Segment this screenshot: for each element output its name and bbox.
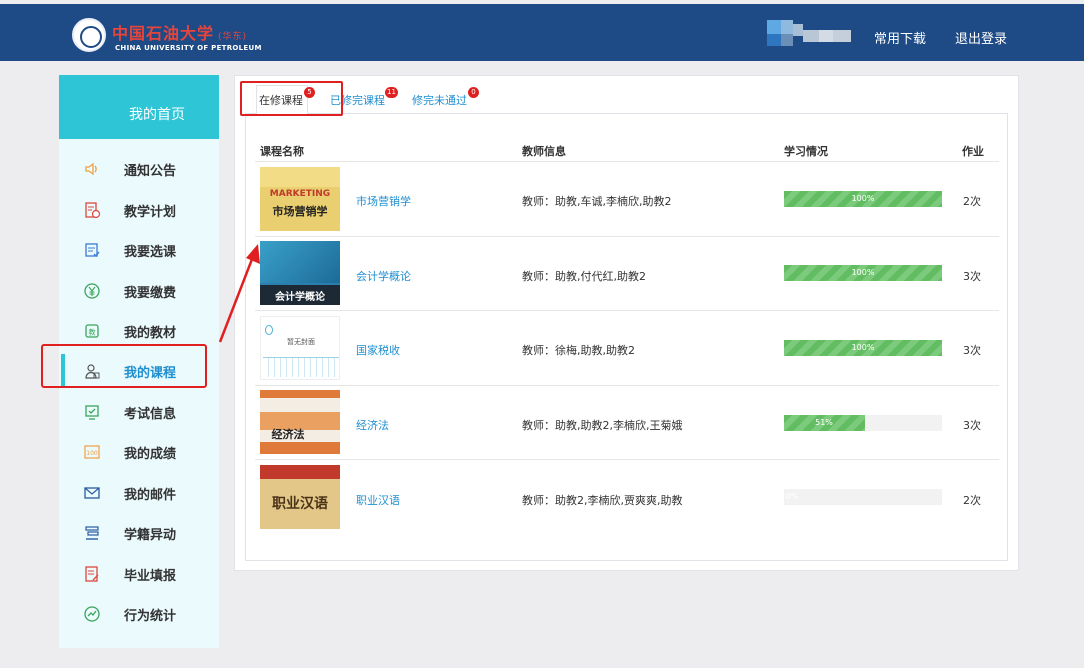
sidebar-home[interactable]: 我的首页 bbox=[59, 75, 219, 139]
homework-count: 3次 bbox=[963, 270, 981, 283]
teacher-info: 教师：徐梅,助教,助教2 bbox=[522, 344, 635, 357]
sidebar-item-exam[interactable]: 考试信息 bbox=[59, 397, 219, 427]
tab-failed[interactable]: 修完未通过 bbox=[412, 92, 467, 108]
col-progress: 学习情况 bbox=[784, 145, 828, 158]
row-divider bbox=[255, 236, 999, 237]
homework-count: 2次 bbox=[963, 494, 981, 507]
row-divider bbox=[255, 385, 999, 386]
homework-count: 3次 bbox=[963, 419, 981, 432]
sidebar-item-payment[interactable]: 我要缴费 bbox=[59, 276, 219, 306]
progress-bar: 0% bbox=[784, 489, 942, 505]
downloads-link[interactable]: 常用下载 bbox=[874, 28, 926, 47]
progress-bar: 100% bbox=[784, 340, 942, 356]
exam-icon bbox=[85, 405, 99, 420]
speaker-icon bbox=[85, 162, 97, 176]
course-cover[interactable]: 职业汉语 bbox=[260, 465, 340, 529]
mail-icon bbox=[84, 487, 100, 499]
sidebar-item-textbook[interactable]: 教 我的教材 bbox=[59, 316, 219, 346]
homework-count: 2次 bbox=[963, 195, 981, 208]
logo-chinese: 中国石油大学 (华东) bbox=[112, 24, 248, 43]
select-course-icon bbox=[85, 243, 100, 257]
annotation-arrow-icon bbox=[218, 244, 260, 343]
teacher-info: 教师：助教,助教2,李楠欣,王菊娥 bbox=[522, 419, 683, 432]
score-icon: 100 bbox=[84, 445, 100, 459]
header-divider bbox=[255, 161, 999, 162]
row-divider bbox=[255, 459, 999, 460]
university-seal-icon bbox=[72, 18, 106, 52]
sidebar-item-stats[interactable]: 行为统计 bbox=[59, 599, 219, 629]
col-homework: 作业 bbox=[962, 145, 984, 158]
svg-text:教: 教 bbox=[89, 328, 96, 337]
course-name-link[interactable]: 国家税收 bbox=[356, 342, 400, 358]
row-divider bbox=[255, 310, 999, 311]
plan-icon bbox=[85, 202, 101, 219]
tab-failed-badge: 0 bbox=[468, 87, 479, 98]
top-header: 中国石油大学 (华东) CHINA UNIVERSITY OF PETROLEUM… bbox=[0, 4, 1084, 61]
sidebar-item-score[interactable]: 100 我的成绩 bbox=[59, 437, 219, 467]
textbook-icon: 教 bbox=[85, 324, 99, 338]
col-course-name: 课程名称 bbox=[260, 145, 304, 158]
stats-icon bbox=[84, 606, 100, 622]
course-name-link[interactable]: 市场营销学 bbox=[356, 193, 411, 209]
course-cover[interactable]: 经济法 bbox=[260, 390, 340, 454]
yuan-coin-icon bbox=[84, 283, 100, 299]
logout-link[interactable]: 退出登录 bbox=[955, 28, 1007, 47]
sidebar-item-graduation[interactable]: 毕业填报 bbox=[59, 559, 219, 589]
col-teacher: 教师信息 bbox=[522, 145, 566, 158]
tab-highlight-box bbox=[240, 81, 343, 116]
sidebar-item-mail[interactable]: 我的邮件 bbox=[59, 478, 219, 508]
course-name-link[interactable]: 经济法 bbox=[356, 417, 389, 433]
course-name-link[interactable]: 会计学概论 bbox=[356, 268, 411, 284]
sidebar-item-record-change[interactable]: 学籍异动 bbox=[59, 518, 219, 548]
homework-count: 3次 bbox=[963, 344, 981, 357]
course-name-link[interactable]: 职业汉语 bbox=[356, 492, 400, 508]
progress-bar: 100% bbox=[784, 265, 942, 281]
my-course-highlight-box bbox=[41, 344, 207, 388]
svg-text:100: 100 bbox=[86, 450, 98, 457]
sidebar-item-plan[interactable]: 教学计划 bbox=[59, 195, 219, 225]
logo-english: CHINA UNIVERSITY OF PETROLEUM bbox=[115, 44, 262, 52]
teacher-info: 教师：助教,车诚,李楠欣,助教2 bbox=[522, 195, 672, 208]
record-change-icon bbox=[85, 526, 99, 540]
user-avatar-blurred[interactable] bbox=[767, 20, 851, 50]
graduation-form-icon bbox=[85, 566, 99, 582]
course-cover[interactable]: 会计学概论 bbox=[260, 241, 340, 305]
progress-bar: 100% bbox=[784, 191, 942, 207]
course-cover[interactable]: MARKETING 市场营销学 bbox=[260, 167, 340, 231]
progress-bar: 51% bbox=[784, 415, 942, 431]
teacher-info: 教师：助教,付代红,助教2 bbox=[522, 270, 646, 283]
sidebar-item-notice[interactable]: 通知公告 bbox=[59, 154, 219, 184]
course-cover[interactable]: 暂无封面 bbox=[260, 316, 340, 380]
sidebar-item-select-course[interactable]: 我要选课 bbox=[59, 235, 219, 265]
tab-completed-badge: 11 bbox=[385, 87, 398, 98]
teacher-info: 教师：助教2,李楠欣,贾爽爽,助教 bbox=[522, 494, 683, 507]
